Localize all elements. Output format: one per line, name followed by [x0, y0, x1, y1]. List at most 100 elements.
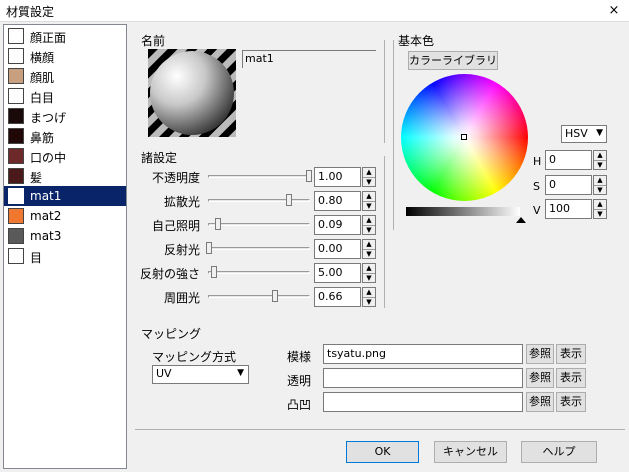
- v-spinner[interactable]: ▲ ▼: [593, 199, 607, 219]
- chevron-down-icon: ▼: [596, 128, 603, 138]
- material-label: 顔肌: [30, 71, 55, 85]
- color-swatch: [8, 188, 24, 204]
- property-spinner[interactable]: ▲ ▼: [362, 191, 376, 211]
- mapping-method-select[interactable]: UV ▼: [152, 365, 249, 384]
- property-label: 反射光: [163, 243, 200, 257]
- color-mode-value: HSV: [565, 127, 588, 140]
- show-button[interactable]: 表示: [556, 368, 586, 388]
- mapping-file-input[interactable]: [323, 368, 523, 388]
- mapping-row-label: 凸凹: [287, 398, 312, 412]
- property-slider-thumb[interactable]: [215, 218, 221, 230]
- property-slider-track[interactable]: [208, 271, 310, 274]
- property-value-input[interactable]: 0.00: [314, 239, 361, 259]
- property-slider-thumb[interactable]: [286, 194, 292, 206]
- spin-up-icon[interactable]: ▲: [363, 288, 375, 297]
- ok-button[interactable]: OK: [346, 441, 419, 463]
- material-label: まつげ: [30, 111, 67, 125]
- list-item[interactable]: mat3: [4, 226, 126, 246]
- property-slider-thumb[interactable]: [306, 170, 312, 182]
- property-value-input[interactable]: 5.00: [314, 263, 361, 283]
- h-input[interactable]: 0: [545, 150, 592, 170]
- spin-up-icon[interactable]: ▲: [363, 216, 375, 225]
- list-item[interactable]: 目: [4, 246, 126, 266]
- property-spinner[interactable]: ▲ ▼: [362, 167, 376, 187]
- spin-down-icon[interactable]: ▼: [363, 297, 375, 306]
- help-button[interactable]: ヘルプ: [521, 441, 597, 463]
- property-slider-track[interactable]: [208, 223, 310, 226]
- property-spinner[interactable]: ▲ ▼: [362, 263, 376, 283]
- name-label: 名前: [139, 32, 168, 49]
- property-value-input[interactable]: 0.66: [314, 287, 361, 307]
- show-button[interactable]: 表示: [556, 344, 586, 364]
- list-item[interactable]: mat1: [4, 186, 126, 206]
- property-slider-thumb[interactable]: [272, 290, 278, 302]
- s-input[interactable]: 0: [545, 175, 592, 195]
- v-label: V: [533, 204, 541, 217]
- list-item[interactable]: まつげ: [4, 106, 126, 126]
- color-library-button[interactable]: カラーライブラリ: [408, 51, 498, 70]
- material-list[interactable]: 顔正面横顔顔肌 白目まつげ鼻筋 口の中髪 mat1 mat2 mat3 目: [3, 24, 127, 469]
- property-slider-thumb[interactable]: [206, 242, 212, 254]
- color-swatch: [8, 48, 24, 64]
- value-gradient-bar[interactable]: [406, 207, 520, 216]
- property-slider-track[interactable]: [208, 247, 310, 250]
- s-label: S: [533, 180, 540, 193]
- property-spinner[interactable]: ▲ ▼: [362, 215, 376, 235]
- mapping-file-input[interactable]: tsyatu.png: [323, 344, 523, 364]
- browse-button[interactable]: 参照: [526, 344, 554, 364]
- spin-down-icon[interactable]: ▼: [363, 225, 375, 234]
- show-button[interactable]: 表示: [556, 392, 586, 412]
- property-label: 自己照明: [151, 219, 200, 233]
- browse-button[interactable]: 参照: [526, 392, 554, 412]
- color-swatch: [8, 208, 24, 224]
- value-slider-arrow[interactable]: [516, 217, 526, 223]
- property-slider-thumb[interactable]: [211, 266, 217, 278]
- s-spinner[interactable]: ▲ ▼: [593, 175, 607, 195]
- material-label: 鼻筋: [30, 131, 55, 145]
- mapping-method-label: マッピング方式: [152, 350, 237, 364]
- list-item[interactable]: mat2: [4, 206, 126, 226]
- property-slider-track[interactable]: [208, 199, 310, 202]
- property-spinner[interactable]: ▲ ▼: [362, 287, 376, 307]
- close-button[interactable]: ×: [607, 4, 621, 18]
- material-label: 横顔: [30, 51, 55, 65]
- property-value-input[interactable]: 0.09: [314, 215, 361, 235]
- color-swatch: [8, 108, 24, 124]
- mapping-method-value: UV: [156, 367, 172, 380]
- property-value-input[interactable]: 0.80: [314, 191, 361, 211]
- v-input[interactable]: 100: [545, 199, 592, 219]
- color-swatch: [8, 228, 24, 244]
- spin-down-icon[interactable]: ▼: [363, 201, 375, 210]
- browse-button[interactable]: 参照: [526, 368, 554, 388]
- spin-down-icon[interactable]: ▼: [363, 249, 375, 258]
- spin-up-icon[interactable]: ▲: [363, 240, 375, 249]
- color-picker-marker[interactable]: [461, 134, 467, 140]
- cancel-button[interactable]: キャンセル: [434, 441, 507, 463]
- mapping-file-input[interactable]: [323, 392, 523, 412]
- list-item[interactable]: 顔正面: [4, 26, 126, 46]
- spin-up-icon[interactable]: ▲: [363, 192, 375, 201]
- list-item[interactable]: 白目: [4, 86, 126, 106]
- h-spinner[interactable]: ▲ ▼: [593, 150, 607, 170]
- property-spinner[interactable]: ▲ ▼: [362, 239, 376, 259]
- spin-up-icon[interactable]: ▲: [363, 264, 375, 273]
- property-slider-track[interactable]: [208, 295, 310, 298]
- list-item[interactable]: 横顔: [4, 46, 126, 66]
- material-preview: [148, 49, 236, 137]
- list-item[interactable]: 鼻筋: [4, 126, 126, 146]
- list-item[interactable]: 口の中: [4, 146, 126, 166]
- spin-down-icon[interactable]: ▼: [363, 273, 375, 282]
- spin-down-icon[interactable]: ▼: [363, 177, 375, 186]
- property-label: 不透明度: [151, 171, 200, 185]
- name-input[interactable]: mat1: [242, 50, 376, 68]
- material-label: mat1: [30, 189, 62, 203]
- color-swatch: [8, 28, 24, 44]
- list-item[interactable]: 顔肌: [4, 66, 126, 86]
- property-label: 反射の強さ: [139, 267, 200, 281]
- spin-up-icon[interactable]: ▲: [363, 168, 375, 177]
- list-item[interactable]: 髪: [4, 166, 126, 186]
- property-slider-track[interactable]: [208, 175, 310, 178]
- color-mode-select[interactable]: HSV ▼: [561, 125, 607, 143]
- property-value-input[interactable]: 1.00: [314, 167, 361, 187]
- color-swatch: [8, 168, 24, 184]
